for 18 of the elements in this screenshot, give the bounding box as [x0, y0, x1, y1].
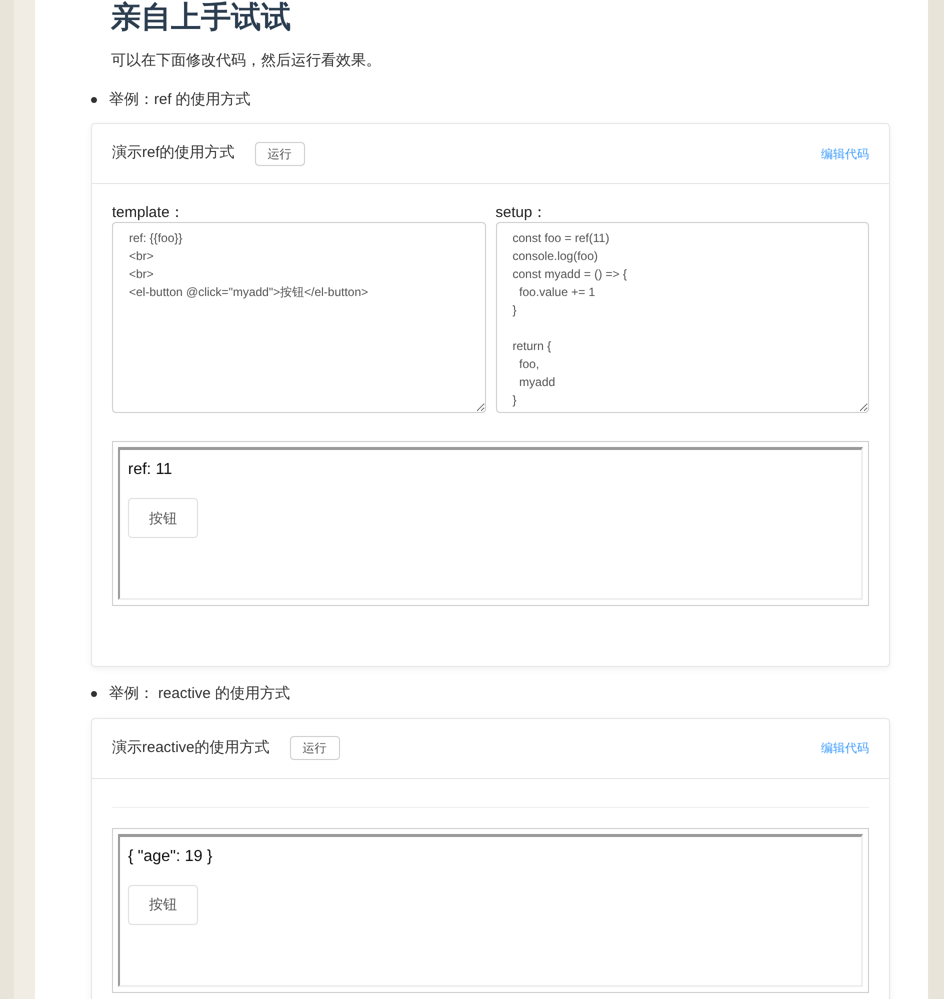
run-button[interactable]: 运行 [290, 736, 340, 760]
bullet-icon [91, 96, 97, 103]
output-button[interactable]: 按钮 [128, 498, 198, 538]
output-text: { "age": 19 } [128, 846, 214, 866]
demo-title: 演示ref的使用方式 [112, 143, 235, 164]
example-text: 举例： reactive 的使用方式 [109, 684, 290, 704]
run-button[interactable]: 运行 [254, 142, 305, 166]
template-field[interactable]: ref: {{foo}} <br> <br> <el-button @click="myadd">按钮</el-button> [112, 222, 486, 413]
intro-text: 可以在下面修改代码，然后运行看效果。 [111, 51, 382, 71]
example-text: 举例：ref 的使用方式 [109, 90, 251, 110]
setup-field[interactable]: const foo = ref(11) console.log(foo) const myadd = () => { foo.value += 1 } return { foo, myadd } [496, 222, 869, 413]
output-text: ref: 11 [128, 460, 174, 480]
page-heading: 亲自上手试试 [111, 0, 292, 36]
demo-title: 演示reactive的使用方式 [112, 738, 270, 758]
bullet-icon [91, 691, 97, 698]
template-label: template： [112, 204, 186, 222]
output-button[interactable]: 按钮 [128, 884, 198, 924]
setup-label: setup： [496, 204, 548, 222]
